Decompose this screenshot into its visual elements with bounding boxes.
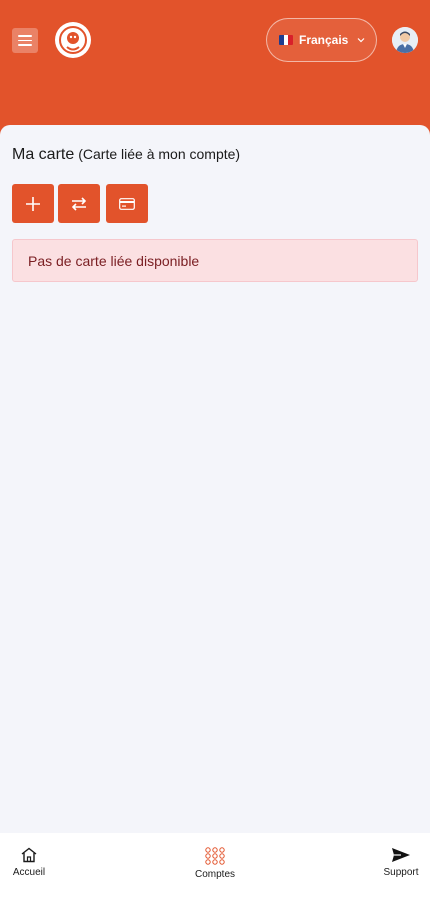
- page-title: Ma carte (Carte liée à mon compte): [12, 146, 240, 164]
- no-card-alert: Pas de carte liée disponible: [12, 239, 418, 282]
- language-label: Français: [299, 33, 349, 47]
- user-avatar[interactable]: [392, 27, 418, 53]
- credit-card-icon: [119, 197, 135, 210]
- nav-item-support[interactable]: Support: [383, 847, 419, 878]
- send-icon: [391, 848, 410, 862]
- transfer-button[interactable]: [58, 184, 100, 223]
- language-selector[interactable]: Français: [266, 18, 377, 62]
- main-content: Ma carte (Carte liée à mon compte) Pas d…: [0, 125, 430, 833]
- page-title-subtitle: (Carte liée à mon compte): [78, 146, 241, 162]
- hamburger-menu-button[interactable]: [12, 28, 38, 53]
- card-actions: [12, 184, 148, 223]
- french-flag-icon: [279, 35, 293, 45]
- nav-item-accueil[interactable]: Accueil: [11, 847, 47, 878]
- nav-label-accueil: Accueil: [12, 867, 46, 878]
- avatar-icon: [392, 27, 418, 53]
- nav-label-support: Support: [383, 867, 419, 878]
- chevron-down-icon: [357, 38, 365, 43]
- nav-label-comptes: Comptes: [194, 869, 235, 880]
- app-header: Français: [0, 0, 430, 140]
- plus-icon: [26, 196, 40, 211]
- nav-item-comptes[interactable]: Comptes: [195, 847, 235, 880]
- brand-logo[interactable]: [55, 22, 91, 58]
- card-details-button[interactable]: [106, 184, 148, 223]
- add-card-button[interactable]: [12, 184, 54, 223]
- home-icon: [21, 847, 37, 863]
- page-title-main: Ma carte: [12, 146, 75, 163]
- logo-icon: [59, 26, 87, 54]
- bottom-navigation: Accueil Comptes Support: [0, 833, 430, 900]
- no-card-message: Pas de carte liée disponible: [28, 252, 200, 269]
- transfer-arrows-icon: [71, 196, 87, 211]
- menu-icon: [18, 35, 32, 37]
- grid-icon: [205, 847, 225, 865]
